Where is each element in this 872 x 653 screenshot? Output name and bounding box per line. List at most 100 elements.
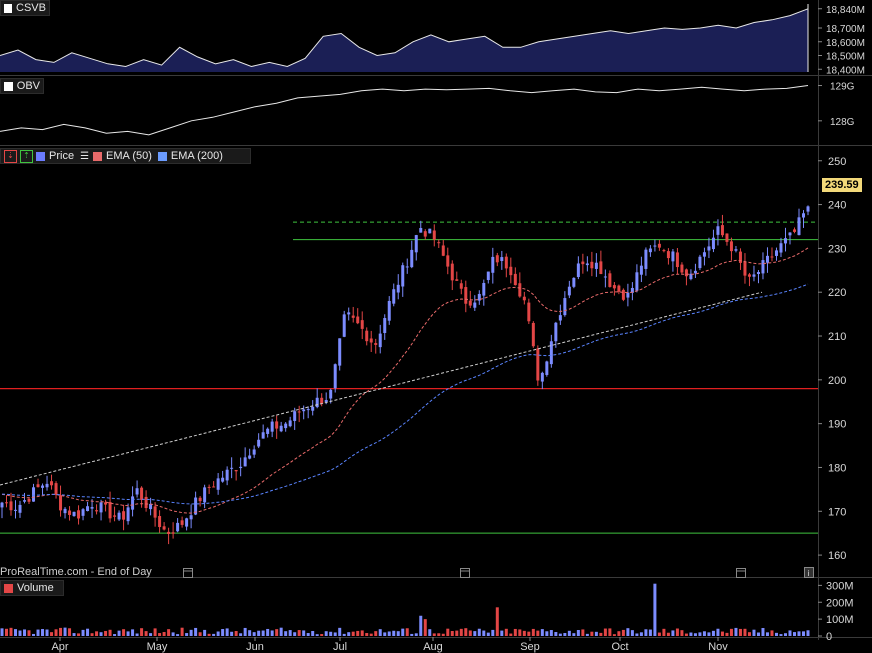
candle-body xyxy=(153,506,157,518)
legend-ema50[interactable]: ☰ EMA (50) xyxy=(80,150,152,162)
volume-bar xyxy=(720,631,724,636)
candle-body xyxy=(392,289,396,304)
volume-bar xyxy=(639,632,643,636)
collapse-icon[interactable]: ⇣ xyxy=(4,149,17,163)
candle-body xyxy=(338,338,342,366)
volume-bar xyxy=(428,629,432,636)
volume-panel-label[interactable]: Volume xyxy=(0,580,64,596)
price-swatch xyxy=(36,151,45,161)
volume-bar xyxy=(441,633,445,636)
candle-body xyxy=(698,256,702,269)
candle-body xyxy=(167,531,171,534)
volume-bar xyxy=(207,633,211,636)
candle-body xyxy=(378,333,382,348)
volume-bar xyxy=(626,628,630,636)
volume-bar xyxy=(54,629,58,636)
volume-bar xyxy=(243,627,247,636)
volume-tick-label: 200M xyxy=(826,597,854,609)
candle-body xyxy=(765,255,769,263)
volume-bar xyxy=(140,628,144,636)
candle-body xyxy=(63,508,67,514)
candle-body xyxy=(549,341,553,365)
volume-bar xyxy=(774,632,778,636)
volume-bar xyxy=(176,634,180,636)
candle-body xyxy=(414,235,418,253)
calendar-icon[interactable] xyxy=(460,565,470,578)
x-axis-month-label: Aug xyxy=(423,641,443,653)
candle-body xyxy=(531,322,535,347)
candle-body xyxy=(14,509,18,511)
candle-body xyxy=(608,273,612,287)
volume-bar xyxy=(630,630,634,636)
volume-bar xyxy=(293,632,297,636)
info-icon[interactable]: i xyxy=(804,565,814,578)
candle-body xyxy=(135,488,139,495)
x-axis-month-label: Apr xyxy=(51,641,68,653)
volume-bar xyxy=(437,633,441,636)
candle-body xyxy=(356,316,360,324)
candle-body xyxy=(32,487,36,502)
volume-bar xyxy=(149,633,153,636)
candle-body xyxy=(185,518,189,527)
legend-ema200[interactable]: EMA (200) xyxy=(157,150,223,162)
volume-bar xyxy=(729,628,733,636)
candle-body xyxy=(410,249,414,268)
price-tick-label: 230 xyxy=(828,243,846,255)
volume-bar xyxy=(635,633,639,636)
volume-bar xyxy=(108,629,112,636)
candle-body xyxy=(54,483,58,495)
candle-body xyxy=(176,522,180,532)
list-icon: ☰ xyxy=(80,150,90,162)
volume-bar xyxy=(117,630,121,636)
candle-body xyxy=(648,248,652,253)
candle-body xyxy=(140,487,144,500)
candle-body xyxy=(320,397,324,404)
volume-bar xyxy=(95,631,99,636)
candle-body xyxy=(459,283,463,289)
candle-body xyxy=(783,238,787,244)
obv-panel-label[interactable]: OBV xyxy=(0,78,44,94)
volume-bar xyxy=(567,630,571,636)
volume-bar xyxy=(77,633,81,636)
candle-body xyxy=(729,241,733,252)
volume-bar xyxy=(68,628,72,636)
volume-bar xyxy=(743,628,747,636)
csvb-panel-label[interactable]: CSVB xyxy=(0,0,50,16)
legend-price[interactable]: Price xyxy=(36,150,74,162)
candle-body xyxy=(527,302,531,322)
candle-body xyxy=(216,478,220,490)
volume-bar xyxy=(239,633,243,636)
candle-body xyxy=(536,348,540,381)
volume-bar xyxy=(360,630,364,636)
candle-body xyxy=(0,502,4,508)
volume-bar xyxy=(347,632,351,636)
candle-body xyxy=(540,372,544,382)
volume-bar xyxy=(167,629,171,636)
volume-bar xyxy=(392,630,396,636)
volume-bar xyxy=(792,632,796,636)
candle-body xyxy=(644,249,648,269)
candle-body xyxy=(707,246,711,251)
volume-bar xyxy=(495,607,499,636)
candle-body xyxy=(797,217,801,236)
volume-bar xyxy=(81,629,85,636)
candle-body xyxy=(801,213,805,218)
volume-bar xyxy=(59,627,63,636)
calendar-icon[interactable] xyxy=(183,565,193,578)
volume-bar xyxy=(806,630,810,636)
volume-bar xyxy=(545,631,549,636)
volume-bar xyxy=(135,633,139,636)
candle-body xyxy=(36,484,40,488)
volume-bar xyxy=(716,628,720,636)
volume-bar xyxy=(621,629,625,636)
candle-body xyxy=(788,232,792,236)
volume-bar xyxy=(158,633,162,636)
volume-bar xyxy=(41,629,45,636)
candle-body xyxy=(509,266,513,276)
calendar-icon[interactable] xyxy=(736,565,746,578)
candle-body xyxy=(68,510,72,515)
candle-body xyxy=(248,455,252,459)
expand-icon[interactable]: ⇡ xyxy=(20,149,33,163)
candle-body xyxy=(347,312,351,315)
volume-bar xyxy=(680,630,684,636)
